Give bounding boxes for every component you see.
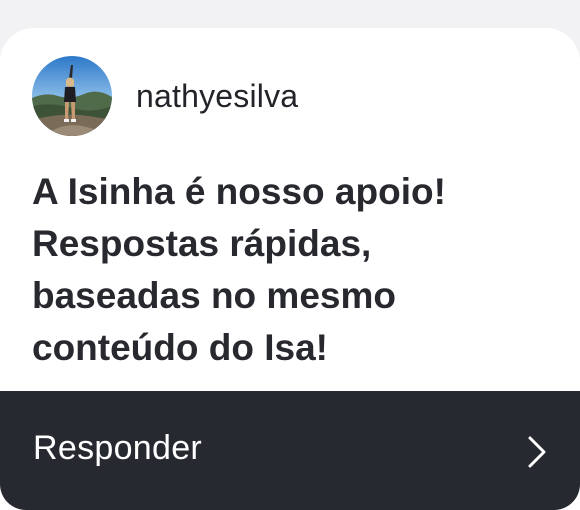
reply-label: Responder: [33, 429, 203, 467]
message-text: A Isinha é nosso apoio! Respostas rápida…: [32, 171, 446, 368]
post-header: nathyesilva: [32, 56, 298, 136]
avatar-photo: [32, 56, 112, 136]
message-card: nathyesilva A Isinha é nosso apoio! Resp…: [0, 28, 580, 510]
username[interactable]: nathyesilva: [136, 78, 298, 115]
reply-button[interactable]: Responder: [0, 391, 580, 510]
avatar[interactable]: [32, 56, 112, 136]
chevron-right-icon: [528, 436, 546, 468]
